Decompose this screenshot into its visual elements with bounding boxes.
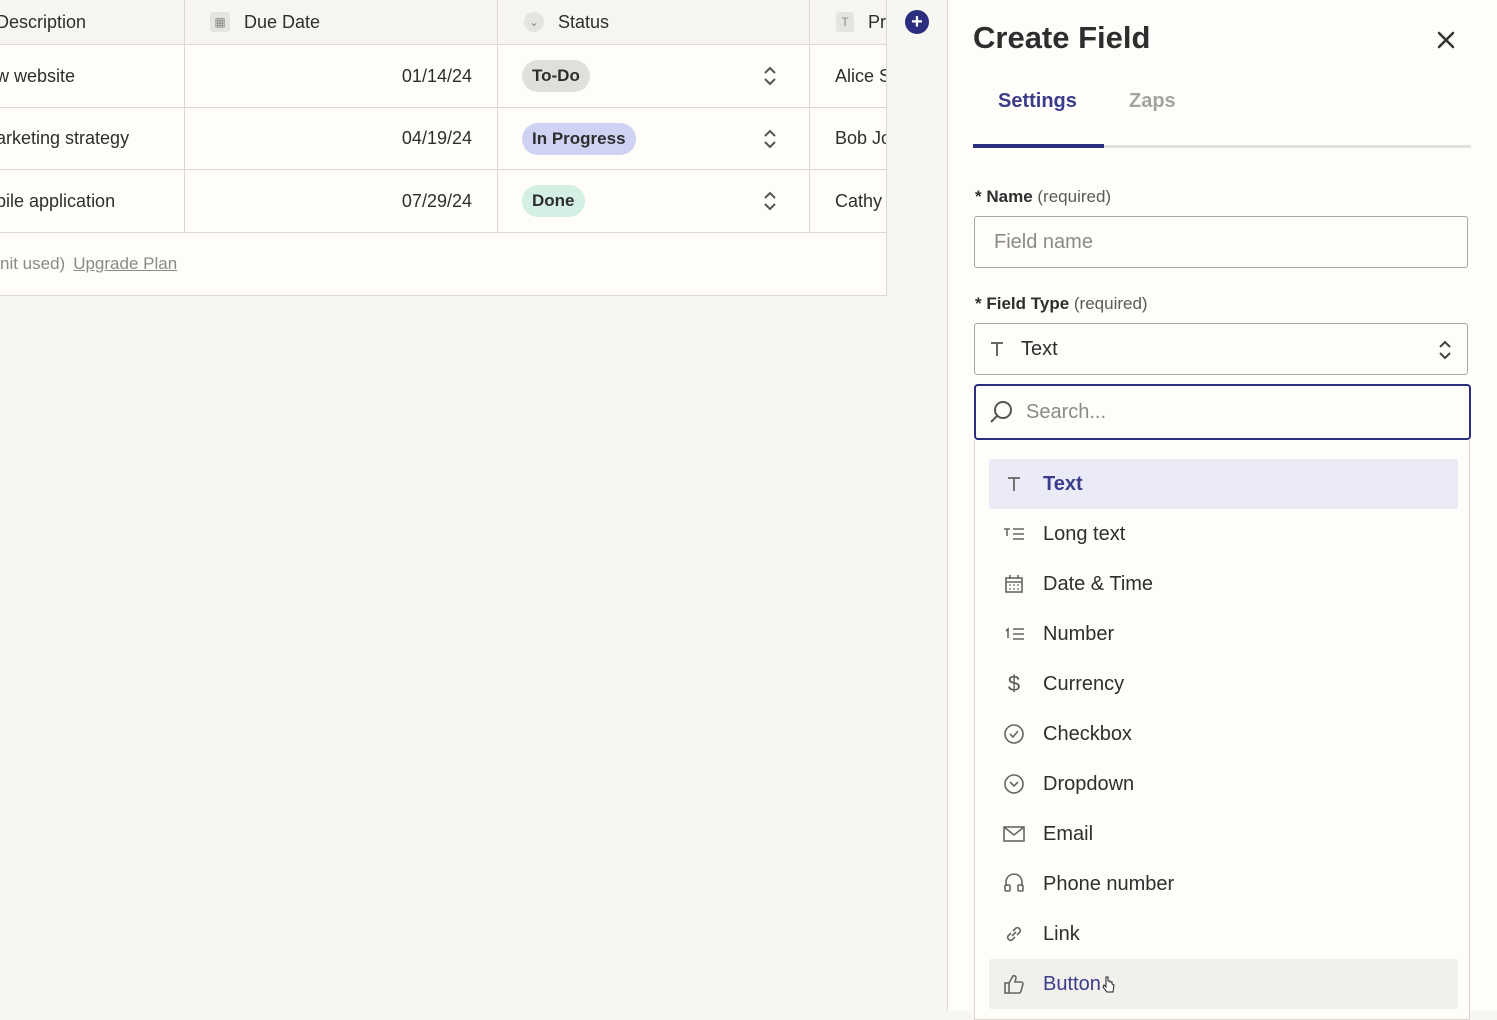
- text-icon: [989, 340, 1009, 358]
- option-link[interactable]: Link: [989, 909, 1458, 959]
- text-icon: [989, 475, 1039, 493]
- column-divider: [497, 0, 498, 232]
- tab-zaps[interactable]: Zaps: [1129, 90, 1176, 113]
- option-button[interactable]: Button: [989, 959, 1458, 1009]
- phone-icon: [989, 873, 1039, 895]
- text-icon: T: [836, 12, 854, 32]
- column-divider: [809, 0, 810, 232]
- due-date-cell[interactable]: 04/19/24: [186, 108, 472, 169]
- status-badge: In Progress: [522, 122, 636, 155]
- number-icon: [989, 626, 1039, 642]
- option-checkbox[interactable]: Checkbox: [989, 709, 1458, 759]
- search-icon: [988, 399, 1014, 425]
- option-currency[interactable]: $ Currency: [989, 659, 1458, 709]
- data-table: Description ▦ Due Date ⌄ Status T Pr w w…: [0, 0, 887, 296]
- status-stepper-icon[interactable]: [760, 45, 780, 107]
- option-phone-number[interactable]: Phone number: [989, 859, 1458, 909]
- header-description[interactable]: Description: [0, 0, 182, 44]
- usage-text: nit used): [0, 254, 66, 273]
- p-cell[interactable]: Alice S: [835, 45, 886, 107]
- table-footer: nit used) Upgrade Plan: [0, 233, 177, 295]
- check-circle-icon: [989, 723, 1039, 745]
- select-stepper-icon: [1438, 338, 1452, 368]
- description-cell[interactable]: arketing strategy: [0, 108, 182, 169]
- chevron-circle-icon: ⌄: [524, 12, 544, 32]
- long-text-icon: [989, 526, 1039, 542]
- table-row[interactable]: bile application 07/29/24 Done Cathy: [0, 170, 886, 233]
- option-dropdown[interactable]: Dropdown: [989, 759, 1458, 809]
- name-field[interactable]: Field name: [974, 216, 1468, 268]
- description-cell[interactable]: bile application: [0, 170, 182, 232]
- table-row[interactable]: arketing strategy 04/19/24 In Progress B…: [0, 108, 886, 170]
- close-icon[interactable]: [1432, 26, 1460, 54]
- status-stepper-icon[interactable]: [760, 170, 780, 232]
- column-divider: [184, 0, 185, 232]
- field-type-value: Text: [1021, 337, 1058, 360]
- header-status[interactable]: ⌄ Status: [524, 0, 804, 44]
- option-date-time[interactable]: Date & Time: [989, 559, 1458, 609]
- cursor-icon: [1101, 975, 1117, 1001]
- panel-title: Create Field: [973, 20, 1151, 55]
- description-cell[interactable]: w website: [0, 45, 182, 107]
- panel-tabs: Settings Zaps: [973, 80, 1471, 148]
- status-stepper-icon[interactable]: [760, 108, 780, 169]
- tab-active-indicator: [973, 144, 1104, 148]
- name-label: * Name (required): [975, 187, 1112, 206]
- p-cell[interactable]: Cathy: [835, 170, 886, 232]
- dollar-icon: $: [1007, 671, 1021, 696]
- field-type-dropdown: Text Long text Date & Time Number $ Curr…: [974, 440, 1470, 1020]
- calendar-icon: ▦: [210, 12, 230, 32]
- search-input[interactable]: [1024, 399, 1448, 425]
- add-column-button[interactable]: +: [905, 10, 929, 34]
- upgrade-plan-link[interactable]: Upgrade Plan: [73, 254, 177, 274]
- calendar-icon: [989, 574, 1039, 594]
- due-date-cell[interactable]: 01/14/24: [186, 45, 472, 107]
- header-due-date[interactable]: ▦ Due Date: [210, 0, 490, 44]
- tab-settings[interactable]: Settings: [998, 90, 1077, 113]
- table-header-row: Description ▦ Due Date ⌄ Status T Pr: [0, 0, 886, 45]
- table-row[interactable]: w website 01/14/24 To-Do Alice S: [0, 45, 886, 108]
- option-number[interactable]: Number: [989, 609, 1458, 659]
- field-type-select[interactable]: Text: [974, 323, 1468, 375]
- header-p[interactable]: T Pr: [836, 0, 886, 44]
- create-field-panel: Create Field Settings Zaps * Name (requi…: [948, 0, 1497, 1020]
- due-date-cell[interactable]: 07/29/24: [186, 170, 472, 232]
- status-badge: Done: [522, 185, 585, 217]
- thumbs-up-icon: [989, 973, 1039, 995]
- option-text[interactable]: Text: [989, 459, 1458, 509]
- search-box[interactable]: [974, 384, 1471, 440]
- option-email[interactable]: Email: [989, 809, 1458, 859]
- link-icon: [989, 923, 1039, 945]
- p-cell[interactable]: Bob Jo: [835, 108, 886, 169]
- field-type-label: * Field Type (required): [975, 294, 1148, 313]
- chevron-circle-icon: [989, 773, 1039, 795]
- status-badge: To-Do: [522, 60, 590, 92]
- envelope-icon: [989, 826, 1039, 842]
- option-long-text[interactable]: Long text: [989, 509, 1458, 559]
